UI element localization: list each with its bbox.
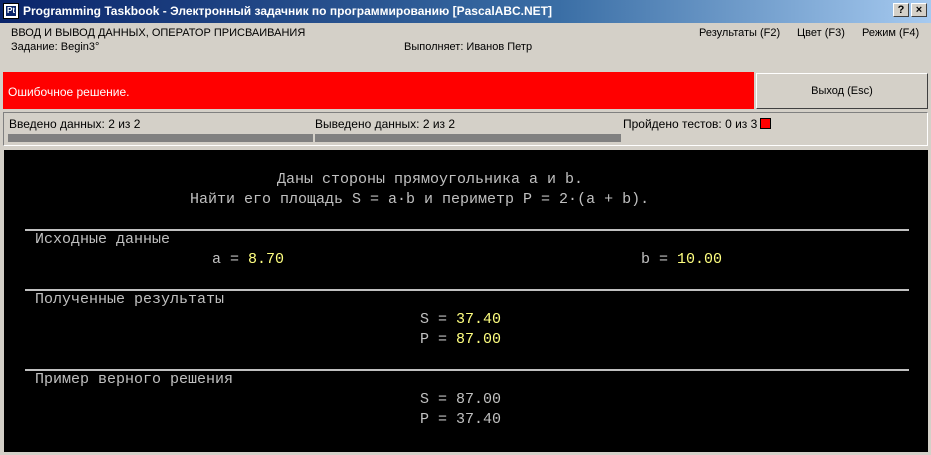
tests-passed: Пройдено тестов: 0 из 3	[623, 117, 772, 131]
tests-passed-label: Пройдено тестов: 0 из 3	[623, 117, 758, 131]
output-progress	[315, 134, 621, 142]
input-b-label: b =	[641, 251, 678, 268]
result-s-label: S =	[420, 311, 457, 328]
example-s: S = 87.00	[420, 391, 502, 408]
result-p-label: P =	[420, 331, 457, 348]
task-line-1: Даны стороны прямоугольника a и b.	[277, 171, 584, 188]
color-menu[interactable]: Цвет (F3)	[797, 27, 845, 39]
input-count: Введено данных: 2 из 2	[9, 117, 141, 131]
app-icon[interactable]: Pt	[3, 3, 19, 19]
test-status-indicator	[760, 118, 772, 129]
input-progress	[8, 134, 313, 142]
window-title: Programming Taskbook - Электронный задач…	[23, 4, 552, 18]
output-count: Выведено данных: 2 из 2	[315, 117, 456, 131]
exit-button[interactable]: Выход (Esc)	[756, 73, 928, 109]
title-bar: Pt Programming Taskbook - Электронный за…	[0, 0, 931, 23]
input-data-header: Исходные данные	[35, 231, 171, 248]
mode-menu[interactable]: Режим (F4)	[862, 27, 919, 39]
result-s-value: 37.40	[456, 311, 502, 328]
task-line-2: Найти его площадь S = a·b и периметр P =…	[190, 191, 650, 208]
section-title: ВВОД И ВЫВОД ДАННЫХ, ОПЕРАТОР ПРИСВАИВАН…	[11, 27, 306, 39]
input-b: b = 10.00	[641, 251, 722, 268]
close-button[interactable]: ×	[911, 3, 927, 17]
info-panel: Введено данных: 2 из 2 Выведено данных: …	[3, 112, 928, 146]
status-message: Ошибочное решение.	[8, 85, 130, 99]
example-header: Пример верного решения	[35, 371, 234, 388]
result-p: P = 87.00	[420, 331, 501, 348]
input-a-value: 8.70	[248, 251, 285, 268]
help-button[interactable]: ?	[893, 3, 909, 17]
input-a: a = 8.70	[212, 251, 284, 268]
task-console: Даны стороны прямоугольника a и b. Найти…	[4, 150, 928, 452]
header-panel: ВВОД И ВЫВОД ДАННЫХ, ОПЕРАТОР ПРИСВАИВАН…	[0, 23, 931, 69]
task-label: Задание: Begin3°	[11, 41, 100, 53]
result-s: S = 37.40	[420, 311, 501, 328]
input-b-value: 10.00	[677, 251, 723, 268]
results-menu[interactable]: Результаты (F2)	[699, 27, 780, 39]
status-bar: Ошибочное решение.	[3, 72, 754, 109]
input-a-label: a =	[212, 251, 249, 268]
student-label: Выполняет: Иванов Петр	[404, 41, 533, 53]
example-p: P = 37.40	[420, 411, 502, 428]
results-header: Полученные результаты	[35, 291, 225, 308]
result-p-value: 87.00	[456, 331, 502, 348]
